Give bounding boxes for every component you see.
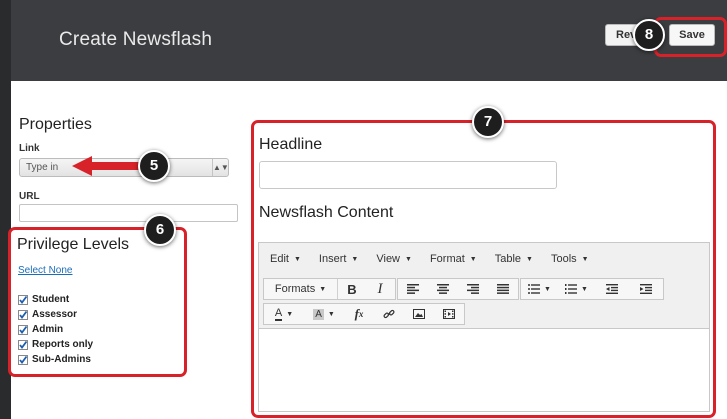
list-group: ▼ ▼ [520, 278, 664, 300]
properties-heading: Properties [19, 116, 92, 133]
page-title: Create Newsflash [59, 29, 213, 50]
content-label: Newsflash Content [259, 204, 394, 221]
background-color-icon[interactable]: A ▼ [304, 304, 344, 324]
step-marker-5: 5 [138, 150, 170, 182]
caret-down-icon: ▼ [581, 285, 588, 293]
role-label: Assessor [32, 309, 78, 320]
role-label: Sub-Admins [32, 354, 91, 365]
link-select-value: Type in [26, 162, 59, 173]
role-label: Student [32, 294, 70, 305]
select-updown-icon: ▲▼ [212, 159, 229, 176]
role-label: Admin [32, 324, 64, 335]
outdent-icon[interactable] [595, 279, 629, 299]
caret-down-icon: ▼ [405, 255, 412, 263]
role-label: Reports only [32, 339, 94, 350]
bold-icon[interactable]: B [338, 279, 366, 299]
italic-icon[interactable]: I [366, 279, 394, 299]
url-label: URL [19, 191, 40, 202]
editor-menubar: Edit ▼ Insert ▼ View ▼ Format ▼ Table ▼ Tools… [270, 253, 607, 265]
image-icon[interactable] [404, 304, 434, 324]
caret-down-icon: ▼ [319, 285, 327, 293]
checkbox-checked-icon[interactable] [18, 354, 28, 365]
role-item-admin[interactable]: Admin [18, 322, 93, 337]
align-center-icon[interactable] [428, 279, 458, 299]
select-none-link[interactable]: Select None [18, 265, 72, 276]
role-item-sub-admins[interactable]: Sub-Admins [18, 352, 93, 367]
caret-down-icon: ▼ [526, 255, 533, 263]
color-insert-group: A ▼ A ▼ fx [263, 303, 465, 325]
red-arrow-icon [72, 156, 142, 176]
checkbox-checked-icon[interactable] [18, 294, 28, 305]
step-marker-7: 7 [472, 106, 504, 138]
indent-icon[interactable] [629, 279, 663, 299]
step-marker-8: 8 [633, 19, 665, 51]
caret-down-icon: ▼ [293, 255, 301, 263]
editor-toolbar: Edit ▼ Insert ▼ View ▼ Format ▼ Table ▼ Tools… [259, 243, 709, 329]
formula-icon[interactable]: fx [344, 304, 374, 324]
menu-insert[interactable]: Insert ▼ [319, 253, 358, 265]
editor-content-area[interactable] [259, 330, 709, 411]
text-color-icon[interactable]: A ▼ [264, 304, 304, 324]
menu-format[interactable]: Format ▼ [430, 253, 477, 265]
link-label: Link [19, 143, 40, 154]
checkbox-checked-icon[interactable] [18, 339, 28, 350]
checkbox-checked-icon[interactable] [18, 309, 28, 320]
media-icon[interactable] [434, 304, 464, 324]
menu-view[interactable]: View ▼ [376, 253, 412, 265]
numbered-list-icon[interactable]: ▼ [558, 279, 595, 299]
bullet-list-icon[interactable]: ▼ [521, 279, 558, 299]
align-left-icon[interactable] [398, 279, 428, 299]
caret-down-icon: ▼ [544, 285, 551, 293]
privilege-heading: Privilege Levels [17, 236, 130, 253]
formats-dropdown[interactable]: Formats ▼ [264, 279, 338, 299]
align-justify-icon[interactable] [488, 279, 518, 299]
url-input[interactable] [19, 204, 238, 222]
align-right-icon[interactable] [458, 279, 488, 299]
menu-tools[interactable]: Tools ▼ [551, 253, 589, 265]
caret-down-icon: ▼ [286, 310, 294, 318]
role-item-assessor[interactable]: Assessor [18, 307, 93, 322]
headline-label: Headline [259, 136, 323, 153]
menu-edit[interactable]: Edit ▼ [270, 253, 301, 265]
role-item-student[interactable]: Student [18, 292, 93, 307]
caret-down-icon: ▼ [581, 255, 589, 263]
format-group: Formats ▼ B I [263, 278, 396, 300]
align-group [397, 278, 519, 300]
caret-down-icon: ▼ [469, 255, 477, 263]
headline-input[interactable] [259, 161, 557, 189]
save-highlight-box [654, 17, 727, 57]
menu-table[interactable]: Table ▼ [495, 253, 533, 265]
role-item-reports-only[interactable]: Reports only [18, 337, 93, 352]
checkbox-checked-icon[interactable] [18, 324, 28, 335]
caret-down-icon: ▼ [351, 255, 359, 263]
step-marker-6: 6 [144, 214, 176, 246]
role-list: Student Assessor Admin Reports only Sub-… [18, 292, 93, 367]
rich-text-editor: Edit ▼ Insert ▼ View ▼ Format ▼ Table ▼ Tools… [258, 242, 710, 412]
link-icon[interactable] [374, 304, 404, 324]
caret-down-icon: ▼ [327, 310, 335, 318]
